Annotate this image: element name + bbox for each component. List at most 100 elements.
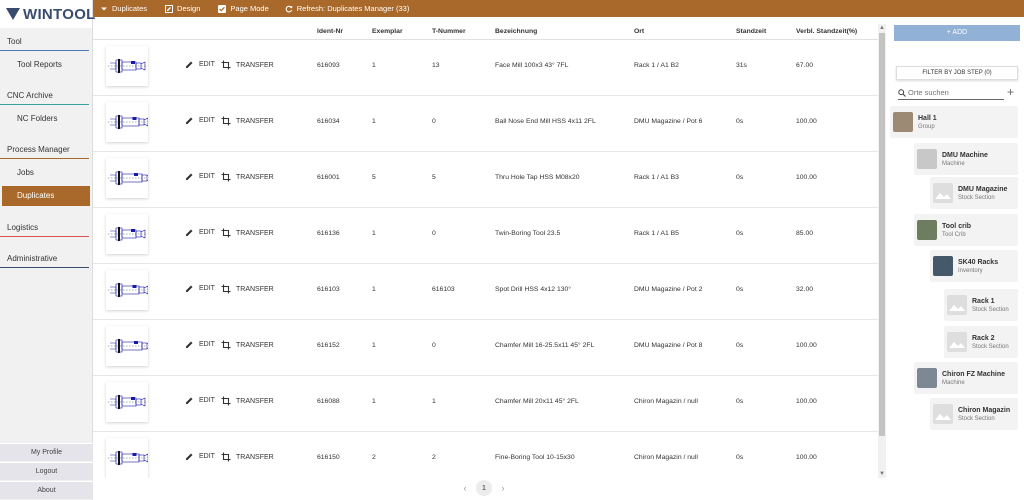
tree-node[interactable]: DMU Magazine Stock Section	[930, 177, 1018, 209]
tool-thumbnail[interactable]	[106, 102, 148, 142]
tool-thumbnail[interactable]	[106, 158, 148, 198]
tool-drawing-icon	[108, 451, 148, 465]
sidebar-item-jobs[interactable]: Jobs	[0, 163, 93, 183]
transfer-button[interactable]: TRANSFER	[221, 60, 274, 70]
duplicates-dropdown[interactable]: Duplicates	[100, 0, 147, 17]
page-mode-toggle[interactable]: Page Mode	[218, 0, 269, 17]
transfer-button[interactable]: TRANSFER	[221, 284, 274, 294]
table-row[interactable]: EDIT TRANSFER 616103 1 616103 Spot Drill HSS …	[93, 264, 878, 320]
add-tree-node-icon[interactable]: +	[1007, 85, 1014, 99]
my-profile-button[interactable]: My Profile	[0, 443, 93, 461]
app-logo[interactable]: WINTOOL	[0, 0, 95, 28]
tree-node-text: DMU Magazine Stock Section	[958, 186, 1007, 201]
duplicates-label: Duplicates	[112, 4, 148, 13]
filter-by-job-step-button[interactable]: FILTER BY JOB STEP (0)	[896, 66, 1018, 80]
table-row[interactable]: EDIT TRANSFER 616152 1 0 Chamfer Mill 16-25.5…	[93, 320, 878, 376]
design-button[interactable]: Design	[165, 0, 200, 17]
nav-group-title[interactable]: Logistics	[0, 223, 89, 237]
pencil-icon	[186, 61, 193, 68]
edit-button[interactable]: EDIT	[185, 60, 215, 69]
location-photo-icon	[917, 368, 937, 388]
current-page-button[interactable]: 1	[476, 480, 492, 496]
edit-button[interactable]: EDIT	[185, 284, 215, 293]
sidebar-item-duplicates[interactable]: Duplicates	[2, 186, 90, 206]
table-scrollbar[interactable]: ▲ ▼	[878, 24, 886, 478]
edit-button[interactable]: EDIT	[185, 116, 215, 125]
exemplar-cell: 1	[372, 286, 376, 293]
tree-node[interactable]: Chiron FZ Machine Machine	[914, 362, 1018, 394]
placeholder-image-icon	[947, 332, 967, 352]
scroll-up-arrow-icon[interactable]: ▲	[878, 24, 886, 32]
table-row[interactable]: EDIT TRANSFER 616001 5 5 Thru Hole Tap HSS M0…	[93, 152, 878, 208]
tree-node[interactable]: Hall 1 Group	[890, 106, 1018, 138]
bezeichnung-cell: Chamfer Mill 16-25.5x11 45° 2FL	[495, 342, 595, 349]
tool-thumbnail[interactable]	[106, 46, 148, 86]
tree-node[interactable]: Chiron Magazin Stock Section	[930, 398, 1018, 430]
edit-label: EDIT	[199, 61, 215, 68]
sidebar-item-nc-folders[interactable]: NC Folders	[0, 109, 93, 129]
logout-button[interactable]: Logout	[0, 462, 93, 480]
refresh-button[interactable]: Refresh: Duplicates Manager (33)	[285, 0, 409, 17]
sidebar-item-tool-reports[interactable]: Tool Reports	[0, 55, 93, 75]
tree-node-text: Chiron Magazin Stock Section	[958, 407, 1010, 422]
table-row[interactable]: EDIT TRANSFER 616136 1 0 Twin-Boring Tool 23.…	[93, 208, 878, 264]
tree-node-type: Stock Section	[958, 194, 995, 201]
tree-node[interactable]: Rack 1 Stock Section	[944, 289, 1018, 321]
location-search-input[interactable]	[908, 88, 1000, 97]
tree-node-name: DMU Machine	[942, 151, 988, 159]
tree-node-type: Stock Section	[972, 343, 1009, 350]
tree-node[interactable]: SK40 Racks Inventory	[930, 250, 1018, 282]
tree-node-type: Inventory	[958, 267, 983, 274]
transfer-label: TRANSFER	[236, 453, 274, 461]
column-header-verbl-standzeit[interactable]: Verbl. Standzeit(%)	[796, 28, 857, 35]
transfer-label: TRANSFER	[236, 285, 274, 293]
column-header-bezeichnung[interactable]: Bezeichnung	[495, 28, 537, 35]
edit-button[interactable]: EDIT	[185, 172, 215, 181]
transfer-button[interactable]: TRANSFER	[221, 340, 274, 350]
add-location-button[interactable]: + ADD	[894, 25, 1020, 41]
exemplar-cell: 1	[372, 342, 376, 349]
edit-button[interactable]: EDIT	[185, 396, 215, 405]
nav-group-title[interactable]: Administrative	[0, 254, 89, 268]
tool-thumbnail[interactable]	[106, 270, 148, 310]
prev-page-button[interactable]: ‹	[460, 483, 470, 493]
table-header: Ident-Nr Exemplar T-Nummer Bezeichnung O…	[93, 24, 878, 40]
nav-group-title[interactable]: Process Manager	[0, 145, 89, 159]
column-header-ident-nr[interactable]: Ident-Nr	[317, 28, 343, 35]
tool-thumbnail[interactable]	[106, 214, 148, 254]
table-row[interactable]: EDIT TRANSFER 616093 1 13 Face Mill 100x3 43°…	[93, 40, 878, 96]
table-row[interactable]: EDIT TRANSFER 616150 2 2 Fine-Boring Tool 10-…	[93, 432, 878, 478]
transfer-button[interactable]: TRANSFER	[221, 452, 274, 462]
edit-button[interactable]: EDIT	[185, 340, 215, 349]
nav-group-title[interactable]: Tool	[0, 37, 89, 51]
nav-group-title[interactable]: CNC Archive	[0, 91, 89, 105]
column-header-ort[interactable]: Ort	[634, 28, 644, 35]
verbl-standzeit-cell: 100.00	[796, 342, 817, 349]
edit-button[interactable]: EDIT	[185, 228, 215, 237]
scroll-down-arrow-icon[interactable]: ▼	[878, 470, 886, 478]
edit-label: EDIT	[199, 117, 215, 124]
tree-node[interactable]: Rack 2 Stock Section	[944, 326, 1018, 358]
next-page-button[interactable]: ›	[498, 483, 508, 493]
standzeit-cell: 0s	[736, 174, 744, 181]
edit-button[interactable]: EDIT	[185, 452, 215, 461]
tree-node[interactable]: DMU Machine Machine	[914, 143, 1018, 175]
column-header-standzeit[interactable]: Standzeit	[736, 28, 766, 35]
tree-node[interactable]: Tool crib Tool Crib	[914, 214, 1018, 246]
about-button[interactable]: About	[0, 481, 93, 499]
scrollbar-thumb[interactable]	[879, 33, 885, 436]
transfer-button[interactable]: TRANSFER	[221, 172, 274, 182]
tool-thumbnail[interactable]	[106, 326, 148, 366]
verbl-standzeit-cell: 100.00	[796, 454, 817, 461]
column-header-t-nummer[interactable]: T-Nummer	[432, 28, 466, 35]
table-row[interactable]: EDIT TRANSFER 616034 1 0 Ball Nose End Mill H…	[93, 96, 878, 152]
tree-node-type: Machine	[942, 379, 965, 386]
transfer-button[interactable]: TRANSFER	[221, 228, 274, 238]
tool-thumbnail[interactable]	[106, 438, 148, 478]
tool-thumbnail[interactable]	[106, 382, 148, 422]
transfer-button[interactable]: TRANSFER	[221, 116, 274, 126]
crop-transfer-icon	[221, 116, 231, 126]
column-header-exemplar[interactable]: Exemplar	[372, 28, 403, 35]
table-row[interactable]: EDIT TRANSFER 616088 1 1 Chamfer Mill 20x11 4…	[93, 376, 878, 432]
transfer-button[interactable]: TRANSFER	[221, 396, 274, 406]
